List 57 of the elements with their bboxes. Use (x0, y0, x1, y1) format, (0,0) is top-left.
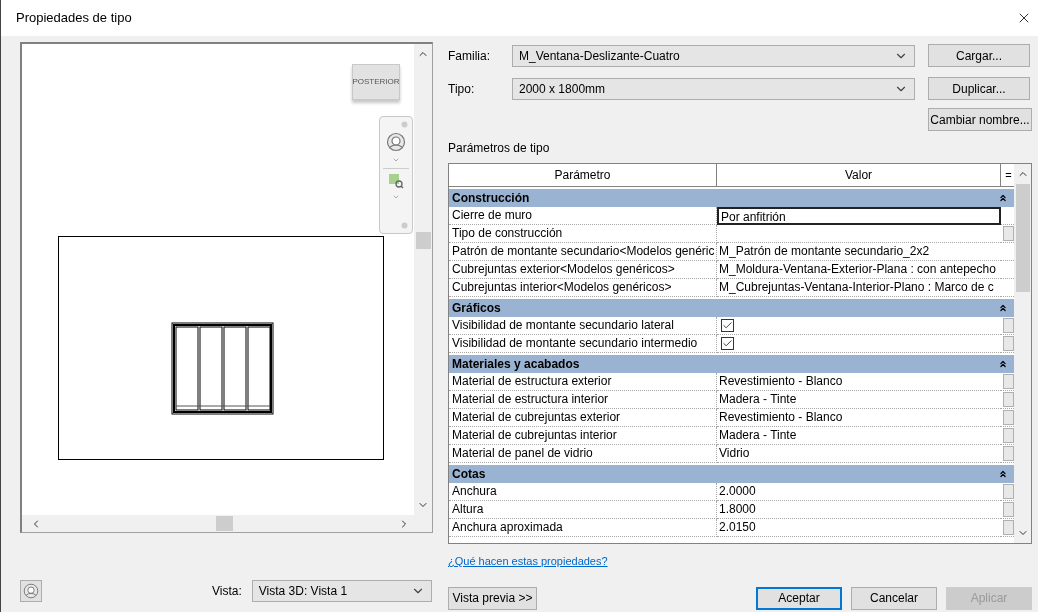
caret-icon[interactable] (392, 156, 400, 164)
dialog-button[interactable]: Cancelar (851, 586, 937, 610)
view-label: Vista: (212, 583, 242, 600)
column-header[interactable]: Valor (717, 164, 1001, 187)
type-label: Tipo: (448, 80, 476, 98)
edit-button[interactable] (1003, 484, 1014, 499)
scrollbar-thumb[interactable] (216, 516, 233, 531)
collapse-icon[interactable] (998, 193, 1009, 203)
group-header[interactable]: Materiales y acabados (449, 355, 1015, 373)
collapse-icon[interactable] (998, 303, 1009, 313)
edit-button[interactable] (1003, 318, 1014, 333)
parameter-name: Material de panel de vidrio (449, 445, 717, 463)
parameter-name: Visibilidad de montante secundario intermedio (449, 335, 717, 353)
value-cell[interactable] (717, 335, 1001, 353)
edit-button[interactable] (1003, 502, 1014, 517)
group-header[interactable]: Cotas (449, 465, 1015, 483)
checkbox[interactable] (721, 319, 734, 332)
help-link[interactable]: ¿Qué hacen estas propiedades? (448, 553, 608, 570)
parameter-name: Cubrejuntas interior<Modelos genéricos> (449, 279, 717, 297)
caret-icon[interactable] (392, 193, 400, 201)
view-dropdown[interactable]: Vista 3D: Vista 1 (251, 580, 432, 602)
checkbox[interactable] (721, 337, 734, 350)
edit-button[interactable] (1003, 226, 1014, 241)
edit-button[interactable] (1003, 410, 1014, 425)
preview-button[interactable]: Vista previa >> (448, 586, 537, 610)
dialog-button[interactable]: Aceptar (756, 586, 842, 610)
edit-button[interactable] (1003, 392, 1014, 407)
scrollbar-thumb[interactable] (1015, 184, 1030, 292)
edit-button[interactable] (1003, 520, 1014, 535)
scrollbar-thumb[interactable] (415, 232, 431, 249)
vertical-scrollbar[interactable] (414, 44, 432, 515)
value-cell[interactable]: Vidrio (717, 445, 1001, 463)
view-cube[interactable]: POSTERIOR (352, 64, 400, 100)
horizontal-scrollbar[interactable] (22, 515, 432, 532)
vertical-scrollbar[interactable] (1014, 164, 1031, 543)
type-dropdown[interactable]: 2000 x 1800mm (512, 77, 915, 100)
edit-button[interactable] (1003, 374, 1014, 389)
value-cell[interactable]: 2.0150 (717, 519, 1001, 537)
window-title: Propiedades de tipo (16, 9, 132, 28)
edit-button[interactable] (1003, 446, 1014, 461)
family-dropdown[interactable]: M_Ventana-Deslizante-Cuatro (512, 44, 915, 67)
value-cell[interactable]: Por anfitrión (717, 207, 1001, 225)
collapse-icon[interactable] (998, 469, 1009, 479)
zoom-icon[interactable] (388, 173, 404, 189)
section-label: Parámetros de tipo (448, 140, 551, 157)
collapse-icon[interactable] (998, 359, 1009, 369)
group-header[interactable]: Gráficos (449, 299, 1015, 317)
family-label: Familia: (448, 47, 491, 65)
edit-button[interactable] (1003, 428, 1014, 443)
value-cell[interactable]: M_Cubrejuntas-Ventana-Interior-Plano : Marco de c (717, 279, 1001, 297)
column-header[interactable]: Parámetro (449, 164, 717, 187)
edit-button[interactable] (1003, 336, 1014, 351)
parameter-name: Anchura aproximada (449, 519, 717, 537)
rename-button[interactable]: Cambiar nombre... (928, 108, 1032, 131)
duplicate-button[interactable]: Duplicar... (928, 77, 1030, 100)
load-button[interactable]: Cargar... (928, 44, 1030, 67)
group-header[interactable]: Construcción (449, 189, 1015, 207)
